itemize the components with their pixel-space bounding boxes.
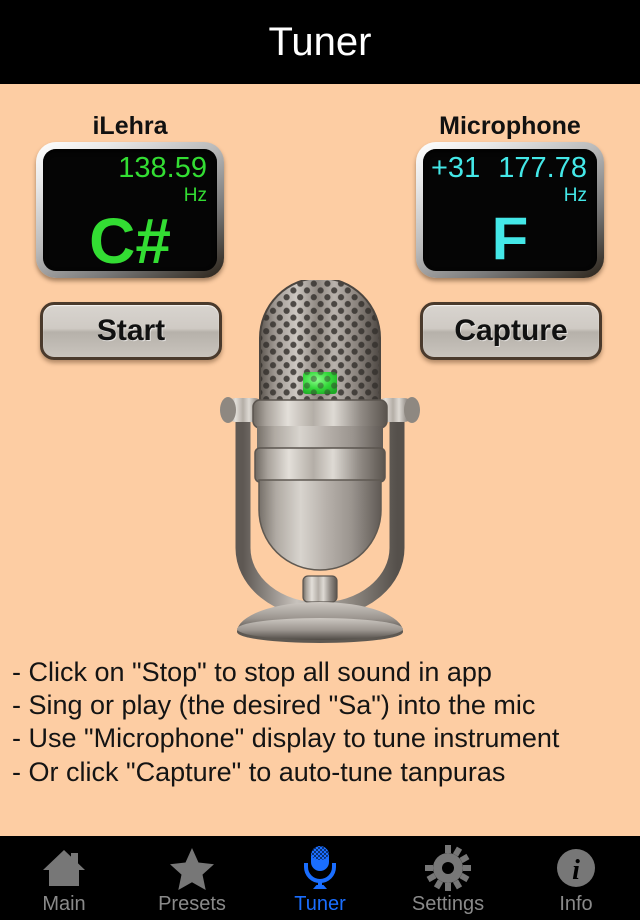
microphone-cents: +31 <box>431 152 481 184</box>
microphone-illustration <box>215 277 425 650</box>
microphone-note: F <box>491 205 529 271</box>
capture-button[interactable]: Capture <box>420 302 602 360</box>
microphone-display-screen: +31 177.78 Hz F <box>423 149 597 271</box>
microphone-label: Microphone <box>439 112 581 140</box>
info-icon: i <box>555 845 597 891</box>
ilehra-note: C# <box>89 205 171 271</box>
tab-info[interactable]: i Info <box>512 836 640 920</box>
star-icon <box>169 845 215 891</box>
microphone-display[interactable]: +31 177.78 Hz F <box>416 142 604 278</box>
tab-tuner[interactable]: Tuner <box>256 836 384 920</box>
instruction-line: - Sing or play (the desired "Sa") into t… <box>12 690 536 721</box>
ilehra-display[interactable]: 138.59 Hz C# <box>36 142 224 278</box>
tab-info-label: Info <box>559 892 593 915</box>
instruction-line: - Click on "Stop" to stop all sound in a… <box>12 657 492 687</box>
tab-main[interactable]: Main <box>0 836 128 920</box>
ilehra-display-screen: 138.59 Hz C# <box>43 149 217 271</box>
microphone-unit: Hz <box>563 185 587 206</box>
tab-settings[interactable]: Settings <box>384 836 512 920</box>
page-title: Tuner <box>268 19 372 64</box>
svg-text:i: i <box>572 855 580 886</box>
tab-presets[interactable]: Presets <box>128 836 256 920</box>
microphone-icon <box>300 845 340 891</box>
tab-settings-label: Settings <box>411 892 485 915</box>
ilehra-label: iLehra <box>92 112 168 140</box>
ilehra-readout-row: 138.59 <box>51 154 207 183</box>
main-content: iLehra Microphone 138.59 Hz C# +31 177.7… <box>0 84 640 836</box>
instruction-line: - Or click "Capture" to auto-tune tanpur… <box>12 756 506 787</box>
home-icon <box>41 845 87 891</box>
gear-icon <box>425 844 471 891</box>
instruction-line: - Use "Microphone" display to tune instr… <box>12 723 560 754</box>
ilehra-unit: Hz <box>183 185 207 206</box>
tab-presets-label: Presets <box>158 892 226 915</box>
app-header: Tuner <box>0 0 640 84</box>
start-button-label: Start <box>96 314 166 347</box>
tab-tuner-label: Tuner <box>294 892 346 915</box>
ilehra-frequency: 138.59 <box>118 152 207 184</box>
start-button[interactable]: Start <box>40 302 222 360</box>
capture-button-label: Capture <box>454 314 568 347</box>
tab-bar: Main Presets Tuner Settings i Info <box>0 836 640 920</box>
instructions-list: - Click on "Stop" to stop all sound in a… <box>12 656 632 789</box>
microphone-readout-row: +31 177.78 <box>431 154 587 183</box>
tab-main-label: Main <box>42 892 86 915</box>
microphone-frequency: 177.78 <box>498 152 587 184</box>
